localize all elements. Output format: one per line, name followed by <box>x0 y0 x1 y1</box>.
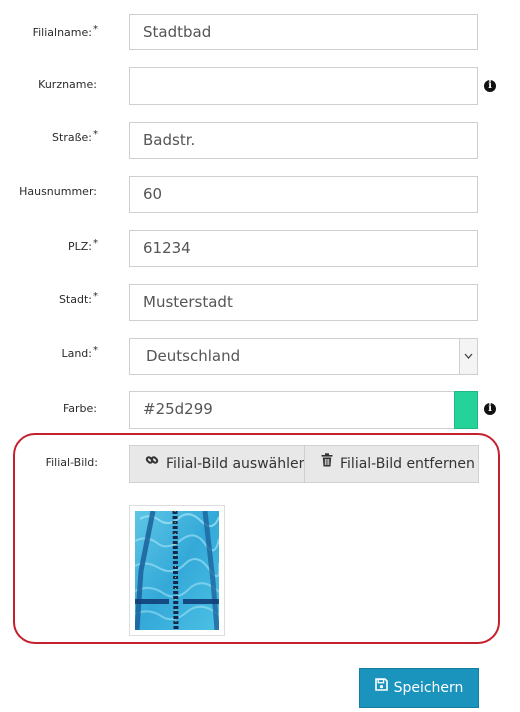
farbe-label-text: Farbe: <box>62 402 97 415</box>
branch-form: Filialname:* Stadtbad Kurzname: i Straße… <box>0 0 520 712</box>
branch-image-thumbnail <box>129 505 225 636</box>
filial-bild-label: Filial-Bild: <box>45 456 98 469</box>
hausnummer-label: Hausnummer: <box>19 185 98 199</box>
farbe-input[interactable]: #25d299 <box>129 391 455 429</box>
stadt-input[interactable]: Musterstadt <box>129 284 478 321</box>
color-swatch[interactable] <box>454 391 478 429</box>
save-button-label: Speichern <box>393 680 464 696</box>
strasse-label-text: Straße: <box>52 131 92 144</box>
farbe-label: Farbe: <box>63 402 98 416</box>
filialname-label: Filialname:* <box>32 24 98 40</box>
stadt-label-text: Stadt: <box>58 293 92 306</box>
required-marker: * <box>93 291 98 302</box>
land-select[interactable]: Deutschland <box>129 338 478 375</box>
required-marker: * <box>93 129 98 140</box>
required-marker: * <box>93 24 98 35</box>
kurzname-label: Kurzname: <box>38 78 98 92</box>
pool-photo <box>134 510 221 631</box>
plz-label-text: PLZ: <box>67 240 92 253</box>
required-marker: * <box>93 345 98 356</box>
choose-image-button[interactable]: Filial-Bild auswählen <box>129 445 304 483</box>
chevron-down-icon[interactable] <box>459 339 477 374</box>
floppy-disk-icon <box>374 668 388 706</box>
link-icon <box>145 446 159 481</box>
hausnummer-label-text: Hausnummer: <box>19 185 97 198</box>
save-button[interactable]: Speichern <box>359 668 479 708</box>
plz-label: PLZ:* <box>67 238 98 254</box>
remove-image-label: Filial-Bild entfernen <box>340 456 475 472</box>
choose-image-label: Filial-Bild auswählen <box>166 456 304 472</box>
filialname-label-text: Filialname: <box>32 26 92 39</box>
hausnummer-input[interactable]: 60 <box>129 176 478 213</box>
stadt-label: Stadt:* <box>58 291 98 307</box>
kurzname-label-text: Kurzname: <box>38 78 97 91</box>
strasse-label: Straße:* <box>52 129 98 145</box>
remove-image-button[interactable]: Filial-Bild entfernen <box>304 445 479 483</box>
land-label-text: Land: <box>61 347 92 360</box>
info-icon[interactable]: i <box>484 80 496 92</box>
required-marker: * <box>93 238 98 249</box>
plz-input[interactable]: 61234 <box>129 230 478 267</box>
trash-icon <box>321 446 333 481</box>
strasse-input[interactable]: Badstr. <box>129 122 478 159</box>
filialname-input[interactable]: Stadtbad <box>129 14 478 50</box>
land-select-value: Deutschland <box>146 347 241 365</box>
kurzname-input[interactable] <box>129 67 478 105</box>
land-label: Land:* <box>61 345 98 361</box>
info-icon[interactable]: i <box>484 403 496 415</box>
